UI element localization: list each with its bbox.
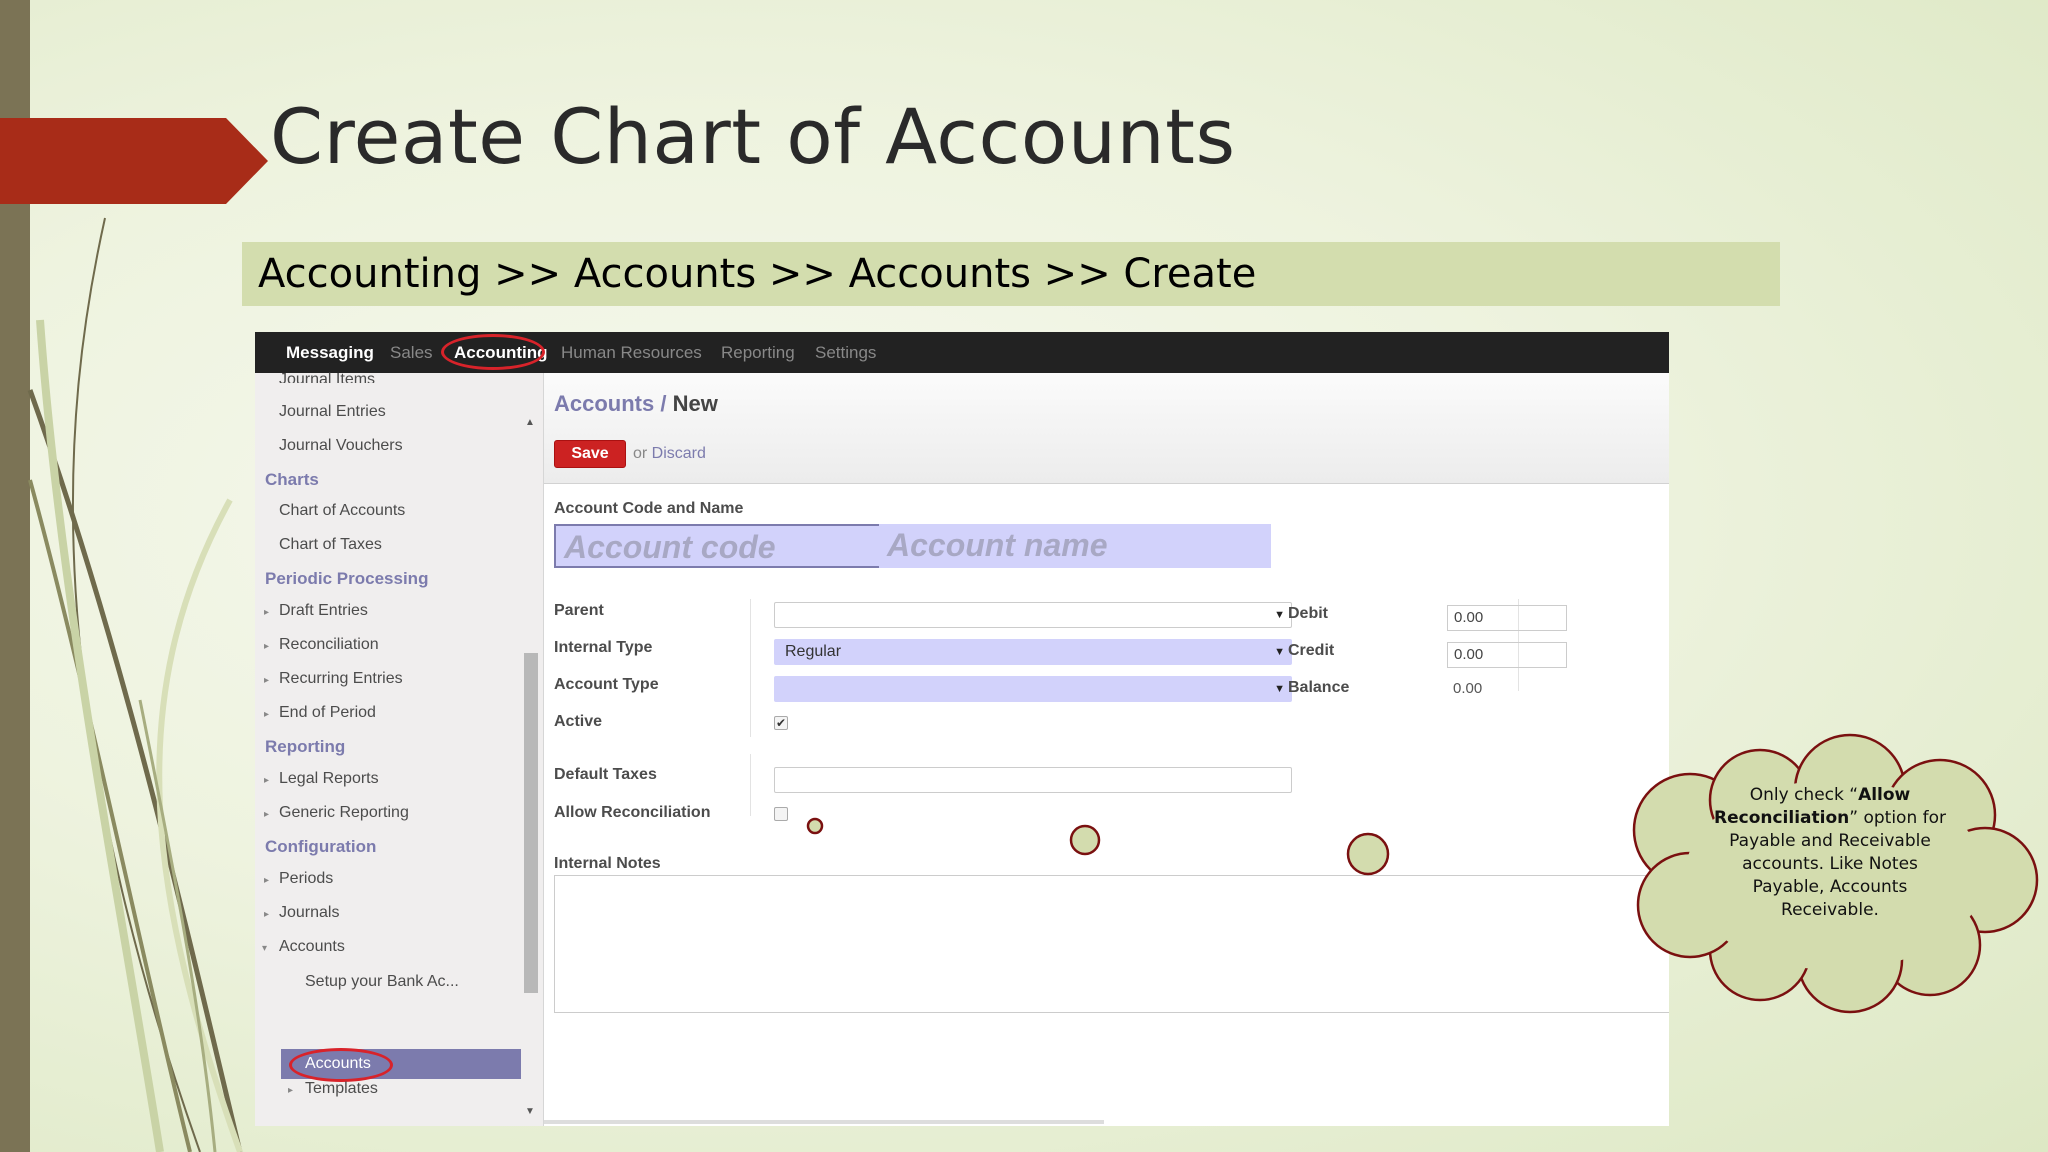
callout-text-pre: Only check “ (1749, 785, 1859, 805)
callout-note: Only check “Allow Reconciliation” option… (1712, 784, 1948, 922)
callout-cloud (806, 733, 2039, 1014)
